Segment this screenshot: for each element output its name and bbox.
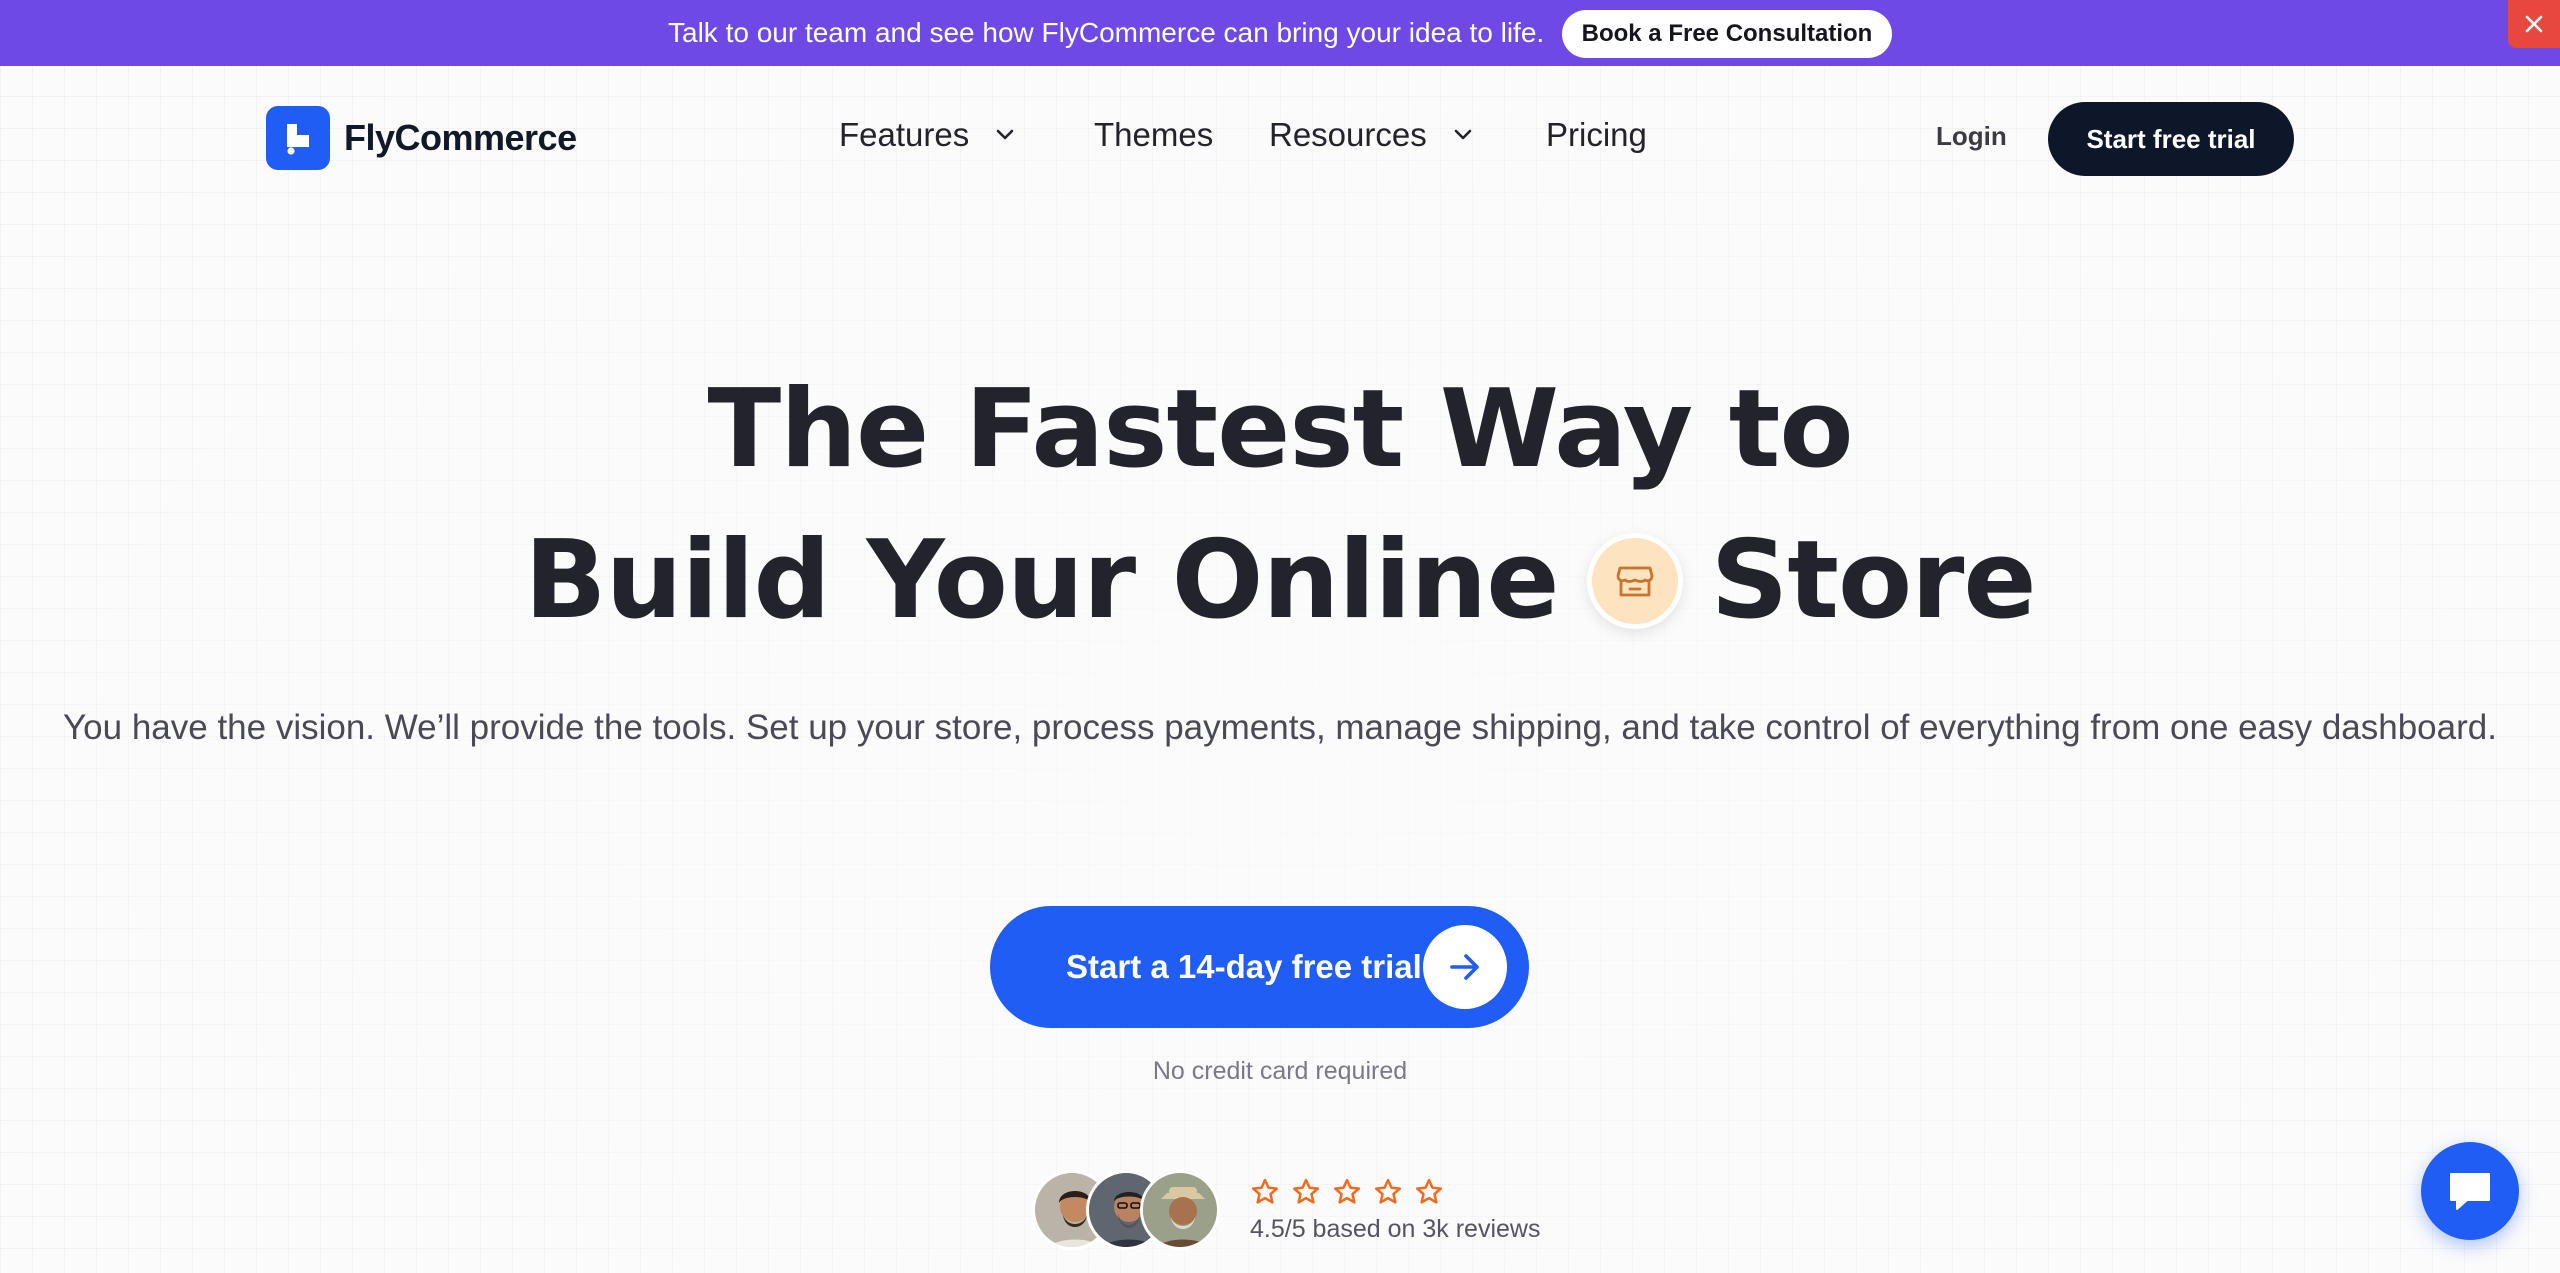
no-credit-card-note: No credit card required [1152, 1057, 1408, 1085]
rating-text: 4.5/5 based on 3k reviews [1250, 1215, 1541, 1243]
hero-headline-line2: Build Your Online Store [0, 516, 2560, 646]
logo-mark-icon [266, 106, 330, 170]
login-link[interactable]: Login [1936, 118, 2007, 154]
announcement-bar: Talk to our team and see how FlyCommerce… [0, 0, 2560, 66]
nav-pricing-label: Pricing [1546, 116, 1647, 153]
brand-name: FlyCommerce [344, 117, 577, 158]
star-icon [1252, 1178, 1278, 1204]
storefront-icon [1586, 533, 1683, 629]
star-icon [1416, 1178, 1442, 1204]
hero-section: The Fastest Way to Build Your Online Sto… [0, 211, 2560, 1273]
announcement-text: Talk to our team and see how FlyCommerce… [668, 17, 1545, 48]
headline-part-after: Store [1710, 518, 2037, 643]
hero-subtext: You have the vision. We’ll provide the t… [63, 708, 2497, 747]
nav-features-label: Features [839, 116, 970, 153]
nav-resources[interactable]: Resources [1269, 112, 1473, 158]
nav-pricing[interactable]: Pricing [1546, 112, 1647, 158]
star-icon [1334, 1178, 1360, 1204]
rating-stars [1250, 1177, 1444, 1207]
nav-themes-label: Themes [1094, 116, 1214, 153]
start-free-trial-button[interactable]: Start free trial [2048, 102, 2294, 176]
start-trial-cta-button[interactable]: Start a 14-day free trial [990, 906, 1529, 1028]
star-icon [1293, 1178, 1319, 1204]
hero-headline-line1: The Fastest Way to [707, 367, 1853, 492]
chat-icon [2450, 1173, 2490, 1210]
nav-features[interactable]: Features [839, 112, 1015, 158]
book-consultation-button[interactable]: Book a Free Consultation [1562, 10, 1892, 58]
headline-part-before: Build Your Online [524, 518, 1559, 643]
nav-themes[interactable]: Themes [1094, 112, 1213, 158]
nav-resources-label: Resources [1269, 116, 1427, 153]
reviewer-avatars [1032, 1170, 1222, 1250]
close-icon [2525, 15, 2543, 33]
avatar [1140, 1170, 1220, 1250]
chat-button[interactable] [2421, 1142, 2519, 1240]
cta-label: Start a 14-day free trial [1066, 948, 1422, 985]
star-icon [1375, 1178, 1401, 1204]
brand-logo[interactable]: FlyCommerce [266, 106, 577, 170]
chevron-down-icon [1453, 128, 1473, 142]
site-header: FlyCommerce Features Themes Resources Pr… [0, 66, 2560, 211]
close-announcement-button[interactable] [2508, 0, 2560, 48]
chevron-down-icon [995, 128, 1015, 142]
arrow-right-icon [1423, 925, 1507, 1009]
